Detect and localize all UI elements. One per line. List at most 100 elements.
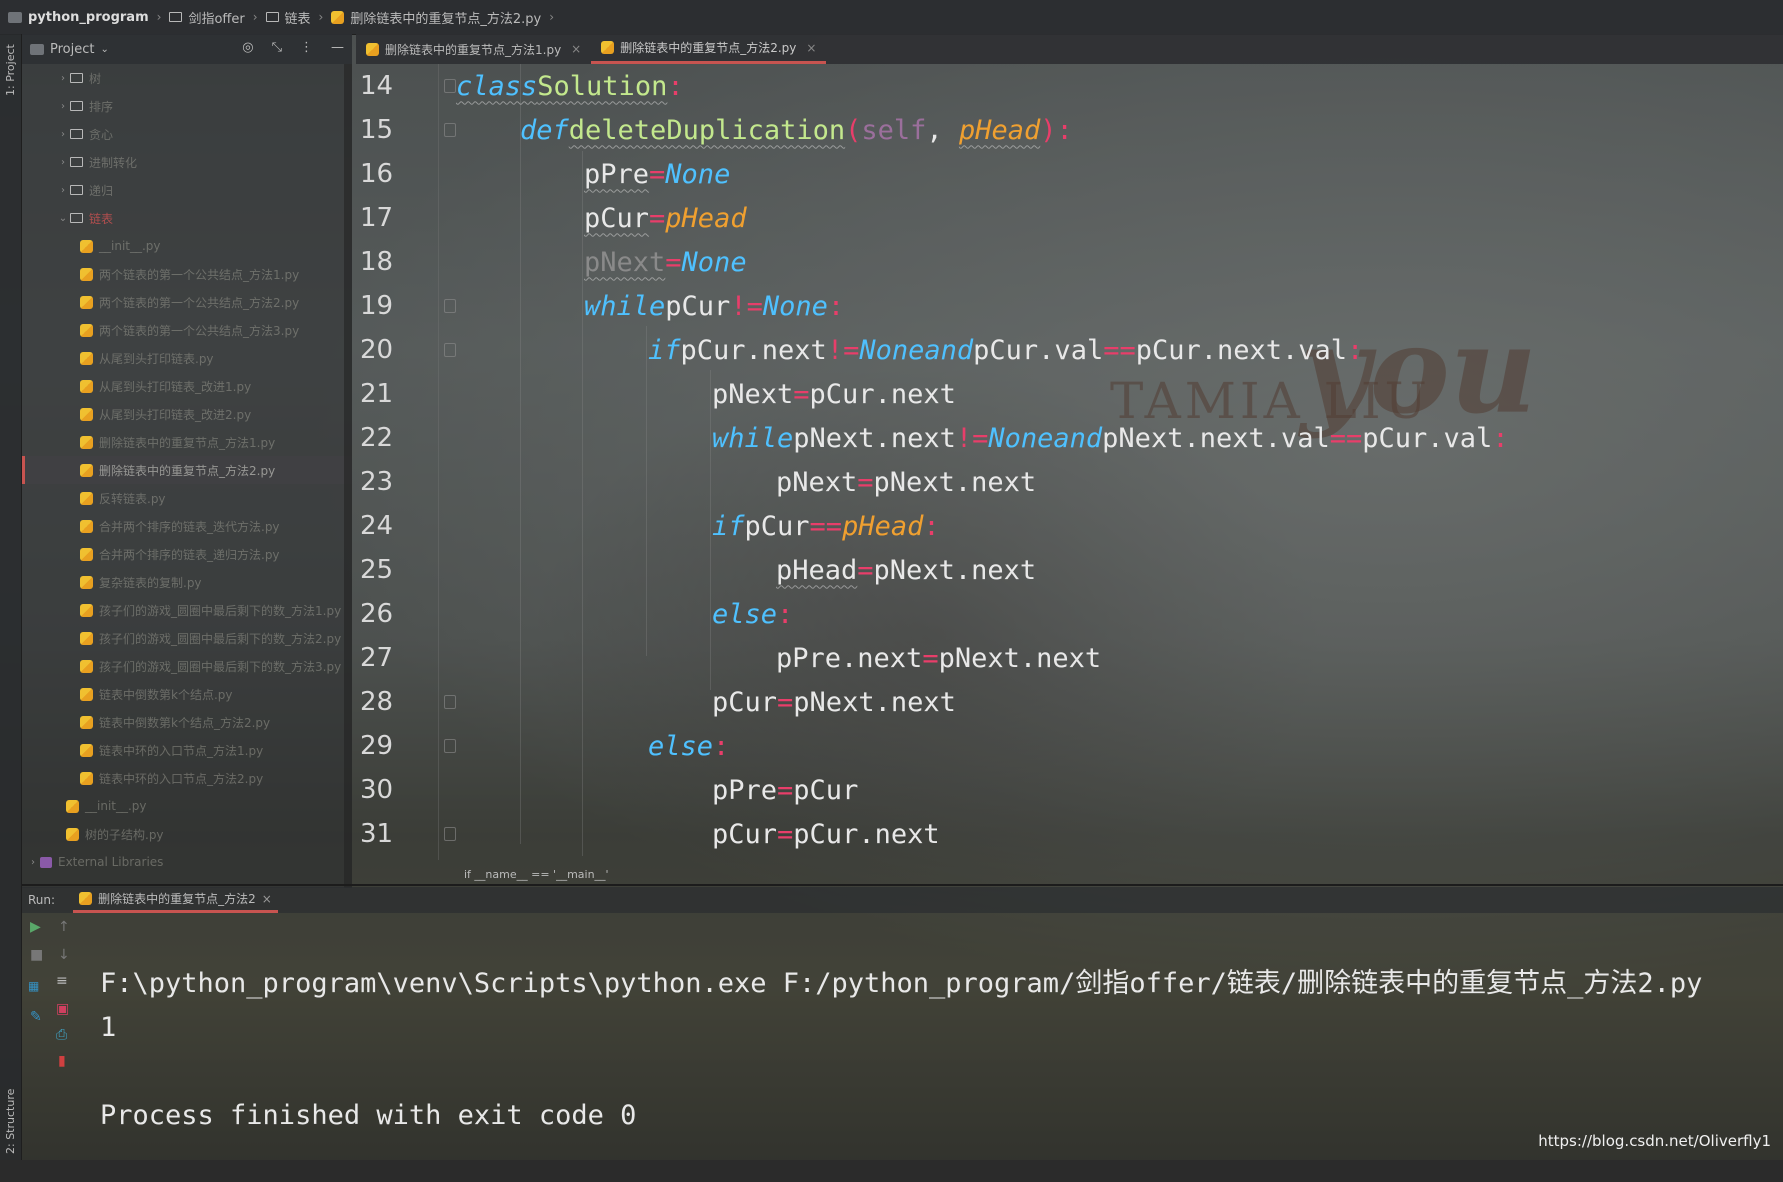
python-file-icon	[80, 687, 93, 701]
tree-file[interactable]: 树的子结构.py	[22, 820, 352, 848]
soft-wrap-icon[interactable]: ≡	[56, 973, 68, 989]
run-tab[interactable]: 删除链表中的重复节点_方法2 ×	[73, 887, 278, 913]
structure-tool-button[interactable]: 2: Structure	[4, 1089, 17, 1154]
run-console-output[interactable]: F:\python_program\venv\Scripts\python.ex…	[100, 918, 1702, 1182]
debug-icon[interactable]: ▣	[56, 1001, 69, 1017]
tree-folder[interactable]: › 进制转化	[22, 148, 352, 176]
code-line: 23 pNext = pNext.next	[356, 460, 1036, 504]
pin-icon[interactable]: ✎	[30, 1009, 42, 1025]
tree-file[interactable]: 反转链表.py	[22, 484, 352, 512]
tree-file[interactable]: 删除链表中的重复节点_方法2.py	[22, 456, 352, 484]
fold-marker-icon[interactable]	[444, 79, 456, 93]
tab-file-method2[interactable]: 删除链表中的重复节点_方法2.py ×	[591, 34, 827, 64]
fold-marker-icon[interactable]	[444, 123, 456, 137]
target-icon[interactable]: ◎	[242, 40, 253, 55]
scroll-up-icon[interactable]: ↑	[58, 919, 70, 935]
code-line: 20 if pCur.next != None and pCur.val == p…	[356, 328, 1363, 372]
code-line: 29 else:	[356, 724, 729, 768]
left-tool-strip: 1: Project 2: Structure	[0, 34, 22, 1160]
tree-file[interactable]: 链表中环的入口节点_方法2.py	[22, 764, 352, 792]
fold-marker-icon[interactable]	[444, 827, 456, 841]
tree-folder[interactable]: › 排序	[22, 92, 352, 120]
tree-file[interactable]: 两个链表的第一个公共结点_方法3.py	[22, 316, 352, 344]
tree-file[interactable]: 从尾到头打印链表_改进2.py	[22, 400, 352, 428]
collapse-all-icon[interactable]: ⤡	[272, 40, 282, 55]
tree-external-libraries[interactable]: › External Libraries	[22, 848, 352, 876]
chevron-right-icon[interactable]: ›	[56, 73, 70, 84]
tree-file[interactable]: 合并两个排序的链表_递归方法.py	[22, 540, 352, 568]
tree-item-label: 从尾到头打印链表_改进1.py	[99, 379, 252, 394]
tree-item-label: 孩子们的游戏_圆圈中最后剩下的数_方法3.py	[99, 659, 342, 674]
chevron-right-icon[interactable]: ›	[56, 157, 70, 168]
tree-file[interactable]: 两个链表的第一个公共结点_方法1.py	[22, 260, 352, 288]
tree-folder[interactable]: › 递归	[22, 176, 352, 204]
fold-marker-icon[interactable]	[444, 739, 456, 753]
code-structure-breadcrumb[interactable]: if __name__ == '__main__'	[464, 868, 609, 881]
code-line: 18 pNext = None	[356, 240, 747, 284]
tree-file[interactable]: 两个链表的第一个公共结点_方法2.py	[22, 288, 352, 316]
tree-file[interactable]: 孩子们的游戏_圆圈中最后剩下的数_方法2.py	[22, 624, 352, 652]
tree-file[interactable]: __init__.py	[22, 792, 352, 820]
code-editor[interactable]: 14 class Solution: 15 def deleteDuplicatio…	[356, 64, 1783, 860]
python-file-icon	[80, 267, 93, 281]
code-line: 30 pPre = pCur	[356, 768, 858, 812]
chevron-right-icon[interactable]: ›	[56, 185, 70, 196]
tree-item-label: 孩子们的游戏_圆圈中最后剩下的数_方法2.py	[99, 631, 342, 646]
code-line: 19 while pCur != None:	[356, 284, 844, 328]
tab-file-method1[interactable]: 删除链表中的重复节点_方法1.py ×	[356, 34, 591, 64]
tree-file[interactable]: 孩子们的游戏_圆圈中最后剩下的数_方法1.py	[22, 596, 352, 624]
tree-item-label: 链表中倒数第k个结点_方法2.py	[99, 715, 271, 730]
tree-file[interactable]: 链表中环的入口节点_方法1.py	[22, 736, 352, 764]
close-icon[interactable]: ×	[571, 42, 581, 56]
python-file-icon	[331, 10, 345, 24]
more-options-icon[interactable]: ⋮	[300, 40, 313, 55]
fold-marker-icon[interactable]	[444, 695, 456, 709]
tree-file[interactable]: 删除链表中的重复节点_方法1.py	[22, 428, 352, 456]
project-view-select[interactable]: Project	[50, 42, 94, 57]
python-file-icon	[80, 547, 93, 561]
folder-icon	[70, 101, 83, 111]
tree-file[interactable]: 从尾到头打印链表_改进1.py	[22, 372, 352, 400]
tree-folder[interactable]: › 贪心	[22, 120, 352, 148]
breadcrumb-item[interactable]: 链表	[265, 8, 311, 27]
line-number: 15	[360, 115, 394, 145]
minimize-icon[interactable]: —	[331, 40, 344, 55]
line-number: 16	[360, 159, 394, 189]
close-icon[interactable]: ×	[806, 41, 816, 55]
trash-icon[interactable]: ▮	[58, 1053, 66, 1069]
panel-divider[interactable]	[22, 884, 1783, 886]
chevron-right-icon[interactable]: ›	[56, 129, 70, 140]
tree-file[interactable]: 从尾到头打印链表.py	[22, 344, 352, 372]
chevron-down-icon[interactable]: ⌄	[56, 213, 70, 224]
project-panel: Project ⌄ ◎ ⤡ ⋮ — › 树 › 排序 › 贪心 › 进制转化 › 递归 ⌄ 链表 __i…	[22, 34, 352, 888]
rerun-icon[interactable]: ▶	[30, 919, 41, 935]
python-file-icon	[80, 407, 93, 421]
tree-file[interactable]: 链表中倒数第k个结点.py	[22, 680, 352, 708]
breadcrumb-item[interactable]: 剑指offer	[169, 8, 245, 27]
tree-file[interactable]: __init__.py	[22, 232, 352, 260]
close-icon[interactable]: ×	[262, 892, 272, 906]
tree-folder[interactable]: ⌄ 链表	[22, 204, 352, 232]
tree-file[interactable]: 孩子们的游戏_圆圈中最后剩下的数_方法3.py	[22, 652, 352, 680]
breadcrumb-item[interactable]: python_program	[8, 10, 149, 25]
tree-file[interactable]: 合并两个排序的链表_迭代方法.py	[22, 512, 352, 540]
chevron-down-icon[interactable]: ⌄	[100, 44, 108, 55]
breadcrumb-item[interactable]: 删除链表中的重复节点_方法2.py	[331, 8, 541, 27]
fold-marker-icon[interactable]	[444, 299, 456, 313]
line-number: 17	[360, 203, 394, 233]
layout-icon[interactable]: ▦	[28, 979, 39, 993]
tree-file[interactable]: 复杂链表的复制.py	[22, 568, 352, 596]
project-tool-button[interactable]: 1: Project	[4, 44, 17, 96]
scroll-down-icon[interactable]: ↓	[58, 947, 70, 963]
code-line: 17 pCur = pHead	[356, 196, 747, 240]
python-file-icon	[66, 827, 79, 841]
tree-file[interactable]: 链表中倒数第k个结点_方法2.py	[22, 708, 352, 736]
print-icon[interactable]: ⎙	[56, 1027, 67, 1043]
tree-folder[interactable]: › 树	[22, 64, 352, 92]
project-scrollbar[interactable]	[344, 64, 352, 888]
stop-icon[interactable]: ■	[30, 947, 43, 963]
chevron-right-icon[interactable]: ›	[26, 857, 40, 868]
fold-marker-icon[interactable]	[444, 343, 456, 357]
chevron-right-icon[interactable]: ›	[56, 101, 70, 112]
line-number: 24	[360, 511, 394, 541]
